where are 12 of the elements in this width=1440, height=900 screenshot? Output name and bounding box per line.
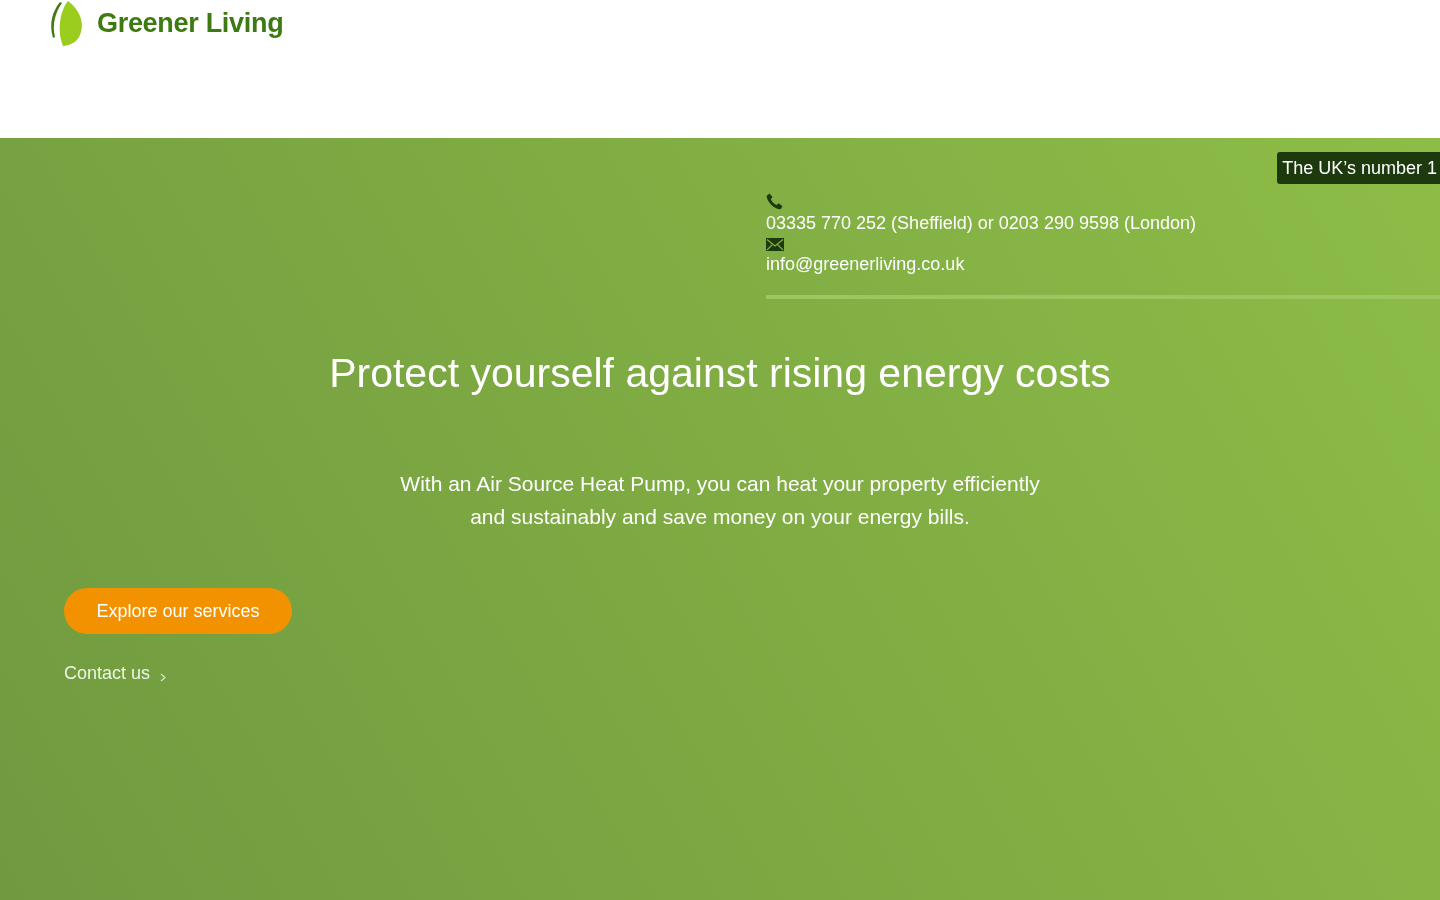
leaf-logo-icon	[48, 0, 84, 46]
email-link[interactable]: info@greenerliving.co.uk	[766, 253, 965, 275]
hero-headline: Protect yourself against rising energy costs	[328, 350, 1112, 396]
phone-numbers[interactable]: 03335 770 252 (Sheffield) or 0203 290 9598 (London)	[766, 212, 1196, 234]
chevron-right-icon	[160, 673, 167, 682]
envelope-icon	[766, 238, 784, 251]
hero-subtitle: With an Air Source Heat Pump, you can heat your property efficiently and sustainably and save money on your energy bills.	[399, 471, 1041, 530]
tagline-badge: The UK’s number 1	[1277, 152, 1440, 184]
phone-icon	[766, 193, 784, 210]
explore-services-button[interactable]: Explore our services	[64, 588, 292, 634]
logo-text[interactable]: Greener Living	[97, 9, 284, 37]
contact-us-link[interactable]: Contact us	[64, 662, 167, 684]
